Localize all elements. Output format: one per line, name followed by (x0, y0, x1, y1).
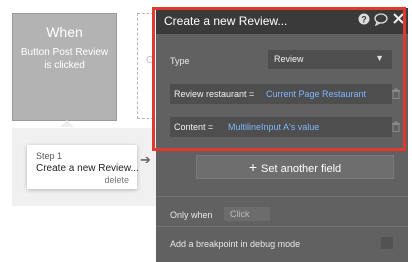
step-number: Step 1 (36, 151, 63, 161)
panel-divider (156, 226, 408, 227)
event-trigger-block[interactable]: When Button Post Review is clicked (12, 13, 117, 121)
panel-title: Create a new Review... (164, 14, 288, 28)
close-icon[interactable] (393, 13, 404, 27)
field-row-review-restaurant[interactable]: Review restaurant = Current Page Restaur… (170, 84, 392, 104)
event-title: When (46, 24, 83, 40)
plus-icon: + (248, 159, 258, 175)
field-row-content[interactable]: Content = MultilineInput A's value (170, 117, 392, 137)
field-label: Content = (174, 122, 214, 132)
field-label: Review restaurant = (174, 89, 255, 99)
chevron-down-icon: ▼ (375, 53, 384, 63)
breakpoint-label: Add a breakpoint in debug mode (170, 239, 301, 249)
event-description: Button Post Review is clicked (20, 47, 109, 71)
help-icon[interactable]: ? (358, 13, 370, 28)
type-label: Type (170, 56, 190, 66)
comment-icon[interactable] (374, 13, 388, 29)
field-expression[interactable]: MultilineInput A's value (228, 122, 319, 132)
step-delete-link[interactable]: delete (104, 175, 129, 185)
step-name: Create a new Review... (36, 163, 139, 174)
arrow-right-icon: ➔ (140, 152, 151, 167)
trash-icon[interactable] (391, 121, 401, 135)
set-another-field-button[interactable]: + Set another field (196, 155, 394, 179)
panel-divider (156, 196, 408, 197)
panel-header: Create a new Review... ? (156, 8, 408, 34)
placeholder-label: C (146, 55, 154, 66)
type-select[interactable]: Review ▼ (268, 50, 392, 69)
workflow-step-card[interactable]: Step 1 Create a new Review... delete (27, 145, 139, 189)
set-another-field-label: Set another field (261, 163, 342, 175)
svg-text:?: ? (361, 15, 367, 25)
event-connector-notch (60, 120, 74, 127)
breakpoint-checkbox[interactable] (381, 237, 393, 249)
only-when-condition-input[interactable]: Click (224, 207, 270, 221)
trash-icon[interactable] (391, 88, 401, 102)
field-expression[interactable]: Current Page Restaurant (266, 89, 366, 99)
type-select-value: Review (274, 54, 304, 64)
only-when-label: Only when (170, 210, 213, 220)
